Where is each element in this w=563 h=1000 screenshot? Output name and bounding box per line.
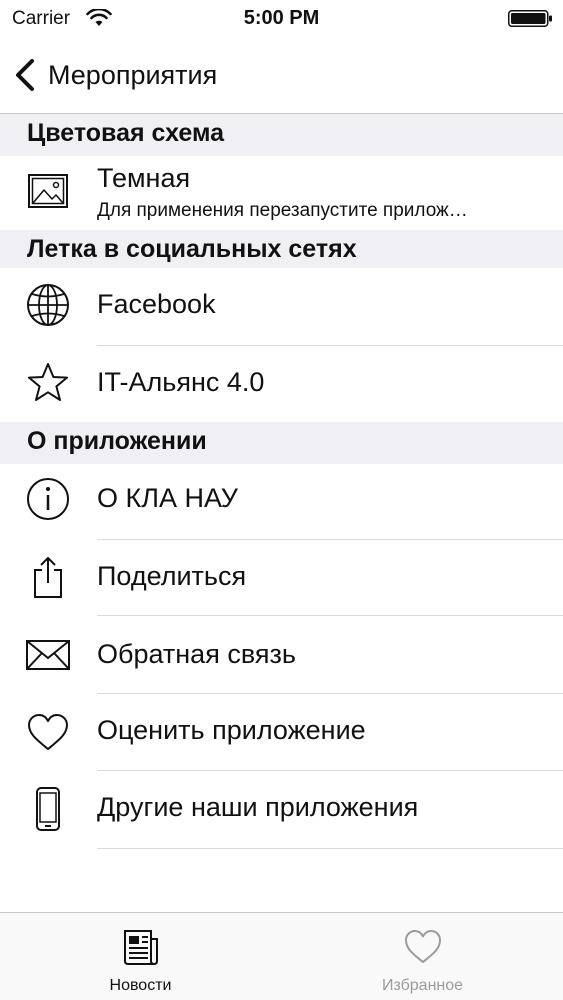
facebook-label: Facebook bbox=[97, 289, 216, 319]
rate-app-label: Оценить приложение bbox=[97, 715, 366, 745]
back-chevron-icon[interactable] bbox=[12, 58, 38, 92]
section-title: Летка в социальных сетях bbox=[27, 235, 357, 263]
it-alliance-label: IT-Альянс 4.0 bbox=[97, 367, 265, 397]
section-header-color-scheme: Цветовая схема bbox=[0, 114, 563, 156]
color-scheme-row[interactable]: Темная Для применения перезапустите прил… bbox=[0, 156, 563, 232]
clock: 5:00 PM bbox=[243, 7, 320, 29]
status-bar: Carrier 5:00 PM bbox=[0, 0, 563, 36]
share-icon bbox=[34, 557, 62, 598]
tab-favorites-label: Избранное bbox=[381, 977, 464, 994]
image-icon bbox=[28, 174, 68, 208]
heart-icon bbox=[28, 714, 68, 750]
battery-icon bbox=[508, 10, 552, 27]
rate-app-row[interactable]: Оценить приложение bbox=[0, 694, 563, 771]
section-title: О приложении bbox=[27, 427, 207, 455]
tab-bar: Новости Избранное bbox=[0, 912, 563, 1000]
feedback-row[interactable]: Обратная связь bbox=[0, 616, 563, 694]
color-scheme-hint: Для применения перезапустите прилож… bbox=[97, 200, 468, 221]
back-button[interactable]: Мероприятия bbox=[48, 60, 217, 91]
tab-news-label: Новости bbox=[109, 977, 172, 994]
share-label: Поделиться bbox=[97, 561, 247, 591]
other-apps-row[interactable]: Другие наши приложения bbox=[0, 771, 563, 849]
facebook-row[interactable]: Facebook bbox=[0, 268, 563, 346]
color-scheme-value: Темная bbox=[97, 163, 191, 193]
newspaper-icon bbox=[124, 930, 158, 965]
row-separator bbox=[97, 848, 563, 849]
section-header-about: О приложении bbox=[0, 422, 563, 464]
info-icon bbox=[27, 478, 69, 520]
phone-icon bbox=[36, 787, 60, 831]
globe-icon bbox=[27, 284, 69, 326]
about-label: О КЛА НАУ bbox=[97, 483, 238, 513]
navigation-bar: Мероприятия bbox=[0, 36, 563, 114]
star-icon bbox=[28, 363, 68, 401]
other-apps-label: Другие наши приложения bbox=[97, 792, 419, 822]
tab-news[interactable]: Новости bbox=[0, 913, 281, 1000]
it-alliance-row[interactable]: IT-Альянс 4.0 bbox=[0, 346, 563, 422]
envelope-icon bbox=[26, 640, 70, 670]
share-row[interactable]: Поделиться bbox=[0, 540, 563, 616]
feedback-label: Обратная связь bbox=[97, 639, 296, 669]
section-title: Цветовая схема bbox=[27, 119, 225, 147]
heart-icon bbox=[405, 930, 441, 963]
tab-favorites[interactable]: Избранное bbox=[282, 913, 563, 1000]
about-row[interactable]: О КЛА НАУ bbox=[0, 464, 563, 540]
section-header-social: Летка в социальных сетях bbox=[0, 230, 563, 272]
